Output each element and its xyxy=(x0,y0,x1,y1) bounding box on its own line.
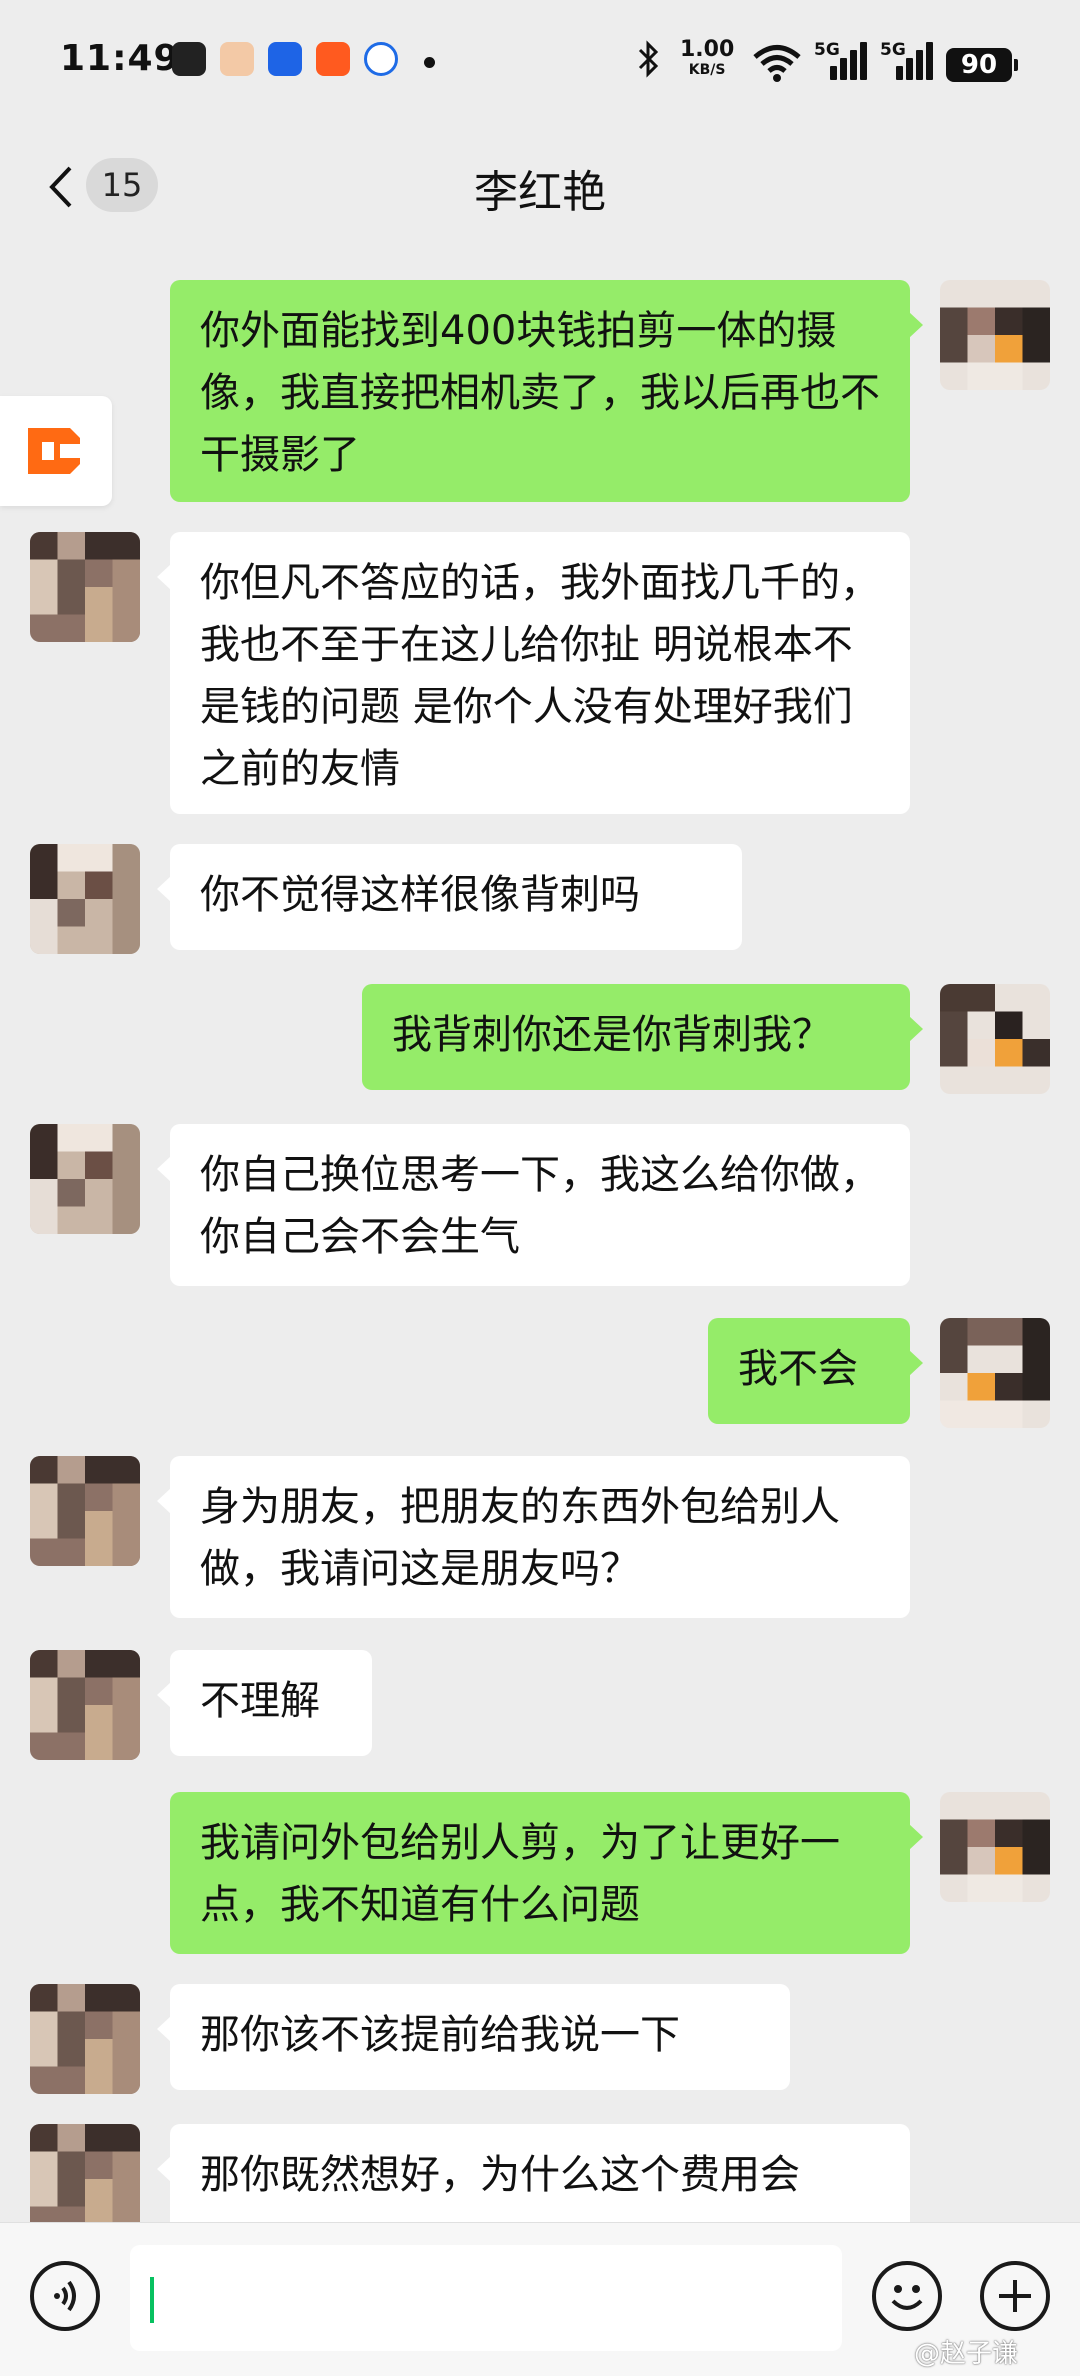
network-speed-unit: KB/S xyxy=(688,62,726,78)
text-cursor xyxy=(150,2277,154,2323)
message-bubble-sent[interactable]: 你外面能找到400块钱拍剪一体的摄像，我直接把相机卖了，我以后再也不干摄影了 xyxy=(170,280,923,502)
pixelated-avatar-icon xyxy=(940,1792,1050,1902)
app-notification-icon xyxy=(316,42,350,76)
battery-indicator: 90 xyxy=(946,48,1018,82)
self-avatar[interactable] xyxy=(940,984,1050,1094)
pixelated-avatar-icon xyxy=(30,1650,140,1760)
network-speed: 1.00 KB/S xyxy=(680,37,735,80)
pixelated-avatar-icon xyxy=(940,1318,1050,1428)
pixelated-avatar-icon xyxy=(940,280,1050,390)
wifi-icon xyxy=(752,44,802,86)
contact-avatar[interactable] xyxy=(30,1456,140,1566)
contact-avatar[interactable] xyxy=(30,2124,140,2234)
message-input[interactable] xyxy=(130,2245,842,2351)
app-notification-icon xyxy=(268,42,302,76)
emoji-icon xyxy=(891,2285,923,2310)
contact-avatar[interactable] xyxy=(30,844,140,954)
app-notification-icon xyxy=(220,42,254,76)
message-bubble-received[interactable]: 你不觉得这样很像背刺吗 xyxy=(157,844,742,950)
message-bubble-received[interactable]: 不理解 xyxy=(157,1650,372,1756)
signal-strength-2: 5G xyxy=(880,40,933,80)
message-bubble-sent[interactable]: 我请问外包给别人剪，为了让更好一点，我不知道有什么问题 xyxy=(170,1792,923,1954)
contact-avatar[interactable] xyxy=(30,1124,140,1234)
floating-app-icon xyxy=(28,428,80,474)
status-time: 11:49 xyxy=(60,38,180,79)
status-bar: 11:49 1.00 KB/S 5G 5G 90 xyxy=(0,0,1080,128)
pixelated-avatar-icon xyxy=(30,1456,140,1566)
self-avatar[interactable] xyxy=(940,280,1050,390)
message-bubble-sent[interactable]: 我背刺你还是你背刺我？ xyxy=(362,984,923,1090)
pixelated-avatar-icon xyxy=(30,1984,140,2094)
contact-avatar[interactable] xyxy=(30,532,140,642)
message-bubble-received[interactable]: 那你该不该提前给我说一下 xyxy=(157,1984,790,2090)
watermark: @赵子谦 xyxy=(914,2339,1019,2369)
chat-header: 15 李红艳 xyxy=(0,128,1080,246)
message-bubble-received[interactable]: 你但凡不答应的话，我外面找几千的，我也不至于在这儿给你扯 明说根本不是钱的问题 … xyxy=(157,532,910,814)
network-type-label: 5G xyxy=(880,40,906,60)
chat-title: 李红艳 xyxy=(474,167,606,218)
bluetooth-icon xyxy=(636,40,662,87)
voice-icon xyxy=(54,2280,76,2312)
self-avatar[interactable] xyxy=(940,1792,1050,1902)
message-bubble-received[interactable]: 身为朋友，把朋友的东西外包给别人做，我请问这是朋友吗？ xyxy=(157,1456,910,1618)
signal-strength-1: 5G xyxy=(814,40,867,80)
contact-avatar[interactable] xyxy=(30,1650,140,1760)
floating-app-shortcut[interactable] xyxy=(0,396,112,506)
contact-avatar[interactable] xyxy=(30,1984,140,2094)
pixelated-avatar-icon xyxy=(30,2124,140,2234)
app-notification-icon xyxy=(364,42,398,76)
pixelated-avatar-icon xyxy=(30,532,140,642)
network-speed-value: 1.00 xyxy=(680,37,735,62)
network-type-label: 5G xyxy=(814,40,840,60)
emoji-button[interactable] xyxy=(872,2261,942,2331)
pixelated-avatar-icon xyxy=(30,844,140,954)
message-bubble-received[interactable]: 你自己换位思考一下，我这么给你做，你自己会不会生气 xyxy=(157,1124,910,1286)
pixelated-avatar-icon xyxy=(940,984,1050,1094)
voice-button[interactable] xyxy=(30,2261,100,2331)
add-button[interactable] xyxy=(980,2261,1050,2331)
app-notification-icon xyxy=(172,42,206,76)
pixelated-avatar-icon xyxy=(30,1124,140,1234)
more-notifications-icon xyxy=(424,57,435,68)
plus-icon xyxy=(999,2280,1031,2312)
message-bubble-sent[interactable]: 我不会 xyxy=(708,1318,923,1424)
self-avatar[interactable] xyxy=(940,1318,1050,1428)
